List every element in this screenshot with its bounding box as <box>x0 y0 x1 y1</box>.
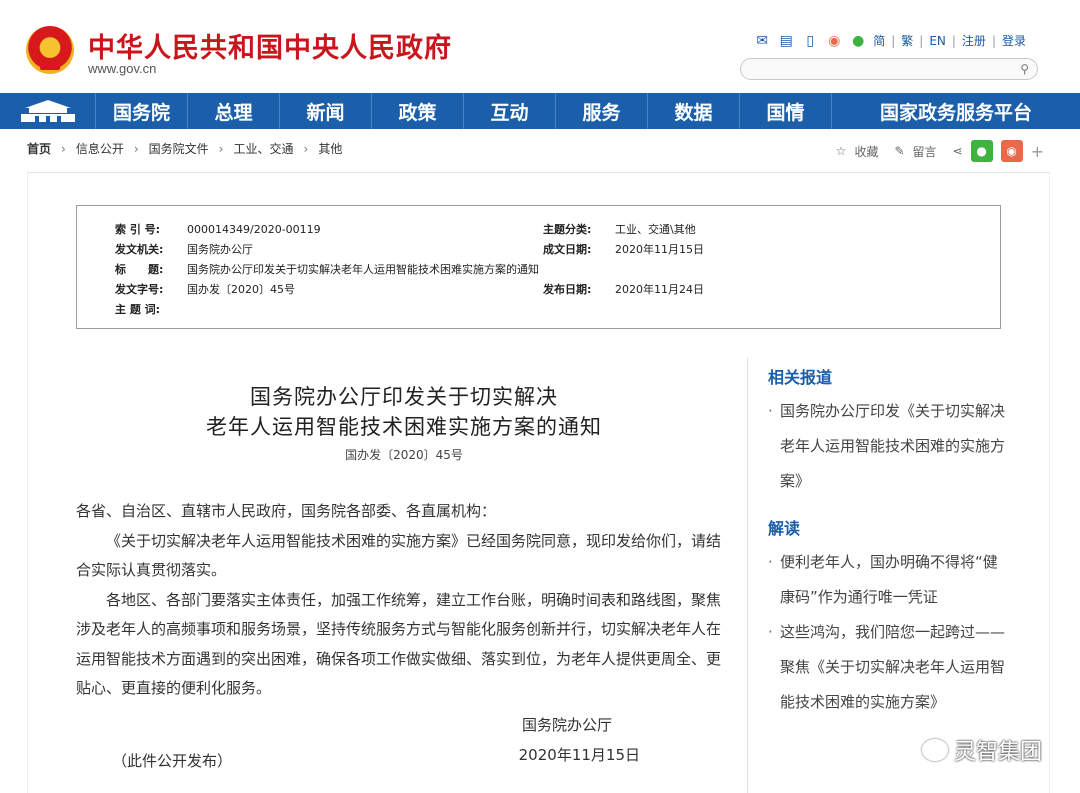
related-reports-heading: 相关报道 <box>768 368 833 387</box>
chevron-right-icon: › <box>218 141 224 156</box>
share-icon[interactable]: ⋖ <box>953 144 963 158</box>
wechat-share-icon[interactable]: ● <box>970 140 993 162</box>
wechat-icon[interactable]: ● <box>849 33 867 49</box>
meta-value: 2020年11月15日 <box>615 243 704 256</box>
nav-item-premier[interactable]: 总理 <box>188 93 280 129</box>
meta-value: 国务院办公厅 <box>187 243 253 256</box>
interpretation-link[interactable]: 这些鸿沟，我们陪您一起跨过——聚焦《关于切实解决老年人运用智能技术困难的实施方案… <box>768 615 1007 720</box>
meta-issuer-row: 发文机关: 国务院办公厅 <box>115 241 253 257</box>
nav-item-state-council[interactable]: 国务院 <box>96 93 188 129</box>
article-title-line: 老年人运用智能技术困难实施方案的通知 <box>206 415 602 439</box>
message-icon[interactable]: ▤ <box>777 33 795 49</box>
meta-label: 发文机关: <box>115 243 164 256</box>
meta-label: 成文日期: <box>543 243 592 256</box>
meta-written-row: 成文日期: 2020年11月15日 <box>543 241 704 257</box>
more-share-icon[interactable]: + <box>1031 142 1044 161</box>
breadcrumb-info-disclosure[interactable]: 信息公开 <box>76 140 124 157</box>
meta-label: 标 题: <box>115 263 164 276</box>
meta-value: 国办发〔2020〕45号 <box>187 283 295 296</box>
main-nav: 国务院 总理 新闻 政策 互动 服务 数据 国情 国家政务服务平台 <box>0 93 1080 129</box>
link-traditional[interactable]: 繁 <box>901 32 913 49</box>
article-title-line: 国务院办公厅印发关于切实解决 <box>250 385 558 409</box>
meta-value: 2020年11月24日 <box>615 283 704 296</box>
link-simplified[interactable]: 简 <box>873 32 885 49</box>
meta-label: 索 引 号: <box>115 223 161 236</box>
watermark-text: 灵智集团 <box>953 740 1042 765</box>
search-icon[interactable]: ⚲ <box>1020 62 1029 76</box>
mail-icon[interactable]: ✉ <box>753 33 771 49</box>
site-header: 中华人民共和国中央人民政府 www.gov.cn ✉ ▤ ▯ ◉ ● 简 | 繁… <box>0 0 1080 93</box>
mobile-icon[interactable]: ▯ <box>801 33 819 49</box>
comment-button[interactable]: 留言 <box>913 143 937 160</box>
article: 国务院办公厅印发关于切实解决 老年人运用智能技术困难实施方案的通知 国办发〔20… <box>76 362 732 770</box>
meta-published-row: 发布日期: 2020年11月24日 <box>543 281 704 297</box>
watermark: 灵智集团 <box>921 734 1042 766</box>
page-tools: ☆ 收藏 ✎ 留言 ⋖ ● ◉ + <box>836 140 1044 162</box>
divider: | <box>919 33 924 48</box>
chevron-right-icon: › <box>61 141 66 156</box>
article-body: 各省、自治区、直辖市人民政府，国务院各部委、各直属机构： 《关于切实解决老年人运… <box>76 497 732 704</box>
nav-item-gov-service-platform[interactable]: 国家政务服务平台 <box>832 93 1080 129</box>
breadcrumb-industry[interactable]: 工业、交通 <box>233 140 293 157</box>
breadcrumb-documents[interactable]: 国务院文件 <box>149 140 209 157</box>
document-meta-table: 索 引 号: 000014349/2020-00119 主题分类: 工业、交通\… <box>76 205 1001 329</box>
meta-docno-row: 发文字号: 国办发〔2020〕45号 <box>115 281 295 297</box>
meta-category-row: 主题分类: 工业、交通\其他 <box>543 221 696 237</box>
meta-label: 主 题 词: <box>115 303 161 316</box>
meta-label: 发文字号: <box>115 283 164 296</box>
site-title[interactable]: 中华人民共和国中央人民政府 <box>88 26 452 65</box>
nav-item-interaction[interactable]: 互动 <box>464 93 556 129</box>
interpretation-link[interactable]: 便利老年人，国办明确不得将“健康码”作为通行唯一凭证 <box>768 545 1007 615</box>
national-emblem-icon <box>26 26 74 74</box>
meta-index-row: 索 引 号: 000014349/2020-00119 <box>115 221 321 237</box>
weibo-icon[interactable]: ◉ <box>825 33 843 49</box>
chevron-right-icon: › <box>303 141 309 156</box>
favorite-button[interactable]: 收藏 <box>854 143 878 160</box>
search-input[interactable] <box>751 60 1011 80</box>
article-paragraph: 各地区、各部门要落实主体责任，加强工作统筹，建立工作台账，明确时间表和路线图，聚… <box>76 590 722 698</box>
nav-item-data[interactable]: 数据 <box>648 93 740 129</box>
breadcrumb-home[interactable]: 首页 <box>27 140 51 157</box>
pencil-icon[interactable]: ✎ <box>894 144 904 158</box>
nav-item-national-info[interactable]: 国情 <box>740 93 832 129</box>
article-recipients: 各省、自治区、直辖市人民政府，国务院各部委、各直属机构： <box>76 502 497 520</box>
link-english[interactable]: EN <box>929 34 946 48</box>
link-register[interactable]: 注册 <box>962 32 986 49</box>
signature-org: 国务院办公厅 <box>521 715 612 734</box>
link-login[interactable]: 登录 <box>1002 32 1026 49</box>
public-release-note: （此件公开发布） <box>112 752 233 770</box>
star-icon[interactable]: ☆ <box>836 144 847 158</box>
nav-item-policy[interactable]: 政策 <box>372 93 464 129</box>
divider: | <box>891 33 896 48</box>
nav-item-news[interactable]: 新闻 <box>280 93 372 129</box>
divider: | <box>951 33 956 48</box>
nav-item-services[interactable]: 服务 <box>556 93 648 129</box>
site-url: www.gov.cn <box>88 61 157 76</box>
meta-value: 国务院办公厅印发关于切实解决老年人运用智能技术困难实施方案的通知 <box>187 263 539 276</box>
weibo-share-icon[interactable]: ◉ <box>1000 140 1023 162</box>
article-doc-number: 国办发〔2020〕45号 <box>345 448 463 462</box>
breadcrumb-other[interactable]: 其他 <box>318 140 342 157</box>
meta-value: 000014349/2020-00119 <box>187 222 321 236</box>
meta-label: 发布日期: <box>543 283 592 296</box>
related-report-link[interactable]: 国务院办公厅印发《关于切实解决老年人运用智能技术困难的实施方案》 <box>768 394 1007 499</box>
tiananmen-home-icon[interactable] <box>0 93 96 129</box>
meta-label: 主题分类: <box>543 223 592 236</box>
article-title: 国务院办公厅印发关于切实解决 老年人运用智能技术困难实施方案的通知 <box>76 382 732 442</box>
chevron-right-icon: › <box>133 141 139 156</box>
top-links: ✉ ▤ ▯ ◉ ● 简 | 繁 | EN | 注册 | 登录 <box>753 32 1026 49</box>
search-box: ⚲ <box>740 58 1038 80</box>
sidebar: 相关报道 国务院办公厅印发《关于切实解决老年人运用智能技术困难的实施方案》 解读… <box>747 358 1007 793</box>
divider: | <box>991 33 996 48</box>
meta-title-row: 标 题: 国务院办公厅印发关于切实解决老年人运用智能技术困难实施方案的通知 <box>115 261 539 277</box>
interpretation-heading: 解读 <box>768 519 801 538</box>
article-paragraph: 《关于切实解决老年人运用智能技术困难的实施方案》已经国务院同意，现印发给你们，请… <box>76 531 722 580</box>
breadcrumb: 首页 › 信息公开 › 国务院文件 › 工业、交通 › 其他 <box>27 140 342 157</box>
wechat-watermark-icon <box>921 739 948 761</box>
meta-value: 工业、交通\其他 <box>615 223 696 236</box>
meta-keywords-row: 主 题 词: <box>115 301 183 317</box>
